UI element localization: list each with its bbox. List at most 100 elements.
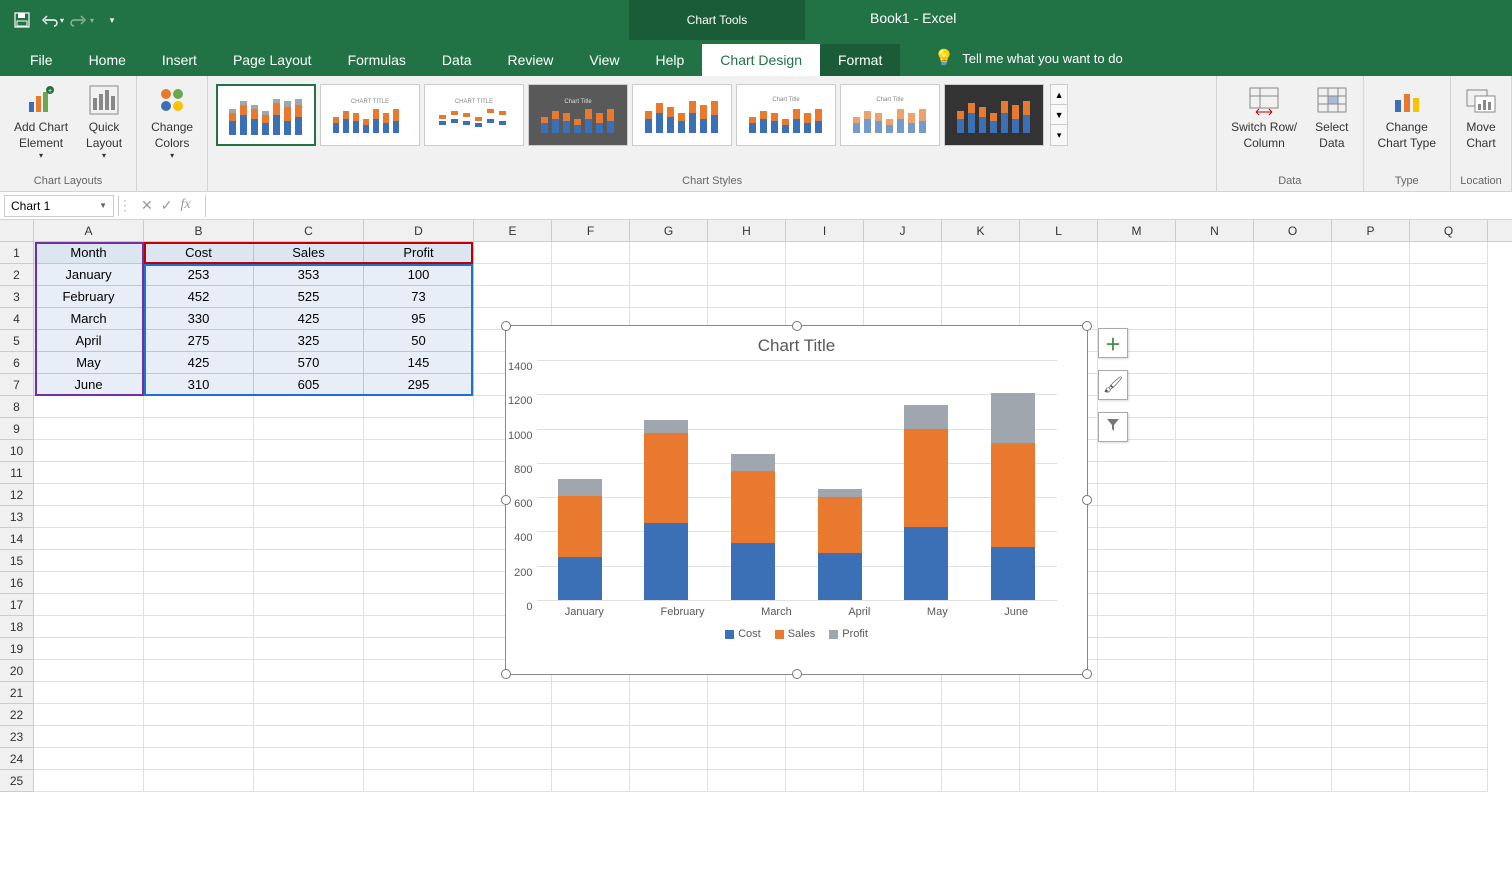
cell-M14[interactable] [1098, 528, 1176, 550]
save-icon[interactable] [8, 6, 36, 34]
enter-formula-icon[interactable]: ✓ [161, 197, 173, 214]
cell-O13[interactable] [1254, 506, 1332, 528]
tab-insert[interactable]: Insert [144, 44, 215, 76]
move-chart-button[interactable]: Move Chart [1459, 80, 1503, 155]
resize-handle-n[interactable] [792, 321, 802, 331]
chart-style-6[interactable]: Chart Title [736, 84, 836, 146]
cell-Q22[interactable] [1410, 704, 1488, 726]
cell-J22[interactable] [864, 704, 942, 726]
cell-P3[interactable] [1332, 286, 1410, 308]
chart-styles-button[interactable]: 🖌 [1098, 370, 1128, 400]
cell-O1[interactable] [1254, 242, 1332, 264]
cell-M3[interactable] [1098, 286, 1176, 308]
cell-N15[interactable] [1176, 550, 1254, 572]
bar-segment-Cost[interactable] [818, 553, 862, 600]
cell-O6[interactable] [1254, 352, 1332, 374]
cell-P25[interactable] [1332, 770, 1410, 792]
cell-Q10[interactable] [1410, 440, 1488, 462]
cell-J3[interactable] [864, 286, 942, 308]
cell-I2[interactable] [786, 264, 864, 286]
cell-B17[interactable] [144, 594, 254, 616]
embedded-chart[interactable]: Chart Title 0200400600800100012001400 Ja… [505, 325, 1088, 675]
cell-P2[interactable] [1332, 264, 1410, 286]
cell-P1[interactable] [1332, 242, 1410, 264]
column-header-H[interactable]: H [708, 220, 786, 241]
cell-A24[interactable] [34, 748, 144, 770]
cell-A25[interactable] [34, 770, 144, 792]
cell-K24[interactable] [942, 748, 1020, 770]
cell-C23[interactable] [254, 726, 364, 748]
cell-K3[interactable] [942, 286, 1020, 308]
cell-J21[interactable] [864, 682, 942, 704]
bar-segment-Profit[interactable] [558, 479, 602, 496]
cell-A5[interactable]: April [34, 330, 144, 352]
chart-elements-button[interactable]: ＋ [1098, 328, 1128, 358]
cell-N5[interactable] [1176, 330, 1254, 352]
chart-filters-button[interactable] [1098, 412, 1128, 442]
change-chart-type-button[interactable]: Change Chart Type [1372, 80, 1442, 155]
cell-C22[interactable] [254, 704, 364, 726]
cell-I3[interactable] [786, 286, 864, 308]
cell-N24[interactable] [1176, 748, 1254, 770]
cell-I21[interactable] [786, 682, 864, 704]
cell-A8[interactable] [34, 396, 144, 418]
cell-Q23[interactable] [1410, 726, 1488, 748]
cell-N20[interactable] [1176, 660, 1254, 682]
cell-I25[interactable] [786, 770, 864, 792]
cell-C13[interactable] [254, 506, 364, 528]
cell-O14[interactable] [1254, 528, 1332, 550]
row-header-2[interactable]: 2 [0, 264, 34, 286]
cell-M13[interactable] [1098, 506, 1176, 528]
cell-Q12[interactable] [1410, 484, 1488, 506]
cell-P22[interactable] [1332, 704, 1410, 726]
column-header-D[interactable]: D [364, 220, 474, 241]
cell-Q8[interactable] [1410, 396, 1488, 418]
cell-D15[interactable] [364, 550, 474, 572]
resize-handle-e[interactable] [1082, 495, 1092, 505]
tab-formulas[interactable]: Formulas [330, 44, 424, 76]
tab-view[interactable]: View [571, 44, 637, 76]
cell-Q17[interactable] [1410, 594, 1488, 616]
cell-Q6[interactable] [1410, 352, 1488, 374]
tab-data[interactable]: Data [424, 44, 490, 76]
cell-L1[interactable] [1020, 242, 1098, 264]
cell-O4[interactable] [1254, 308, 1332, 330]
row-header-6[interactable]: 6 [0, 352, 34, 374]
row-header-13[interactable]: 13 [0, 506, 34, 528]
select-data-button[interactable]: Select Data [1309, 80, 1354, 155]
chart-style-4[interactable]: Chart Title [528, 84, 628, 146]
cell-A15[interactable] [34, 550, 144, 572]
cell-B14[interactable] [144, 528, 254, 550]
column-header-I[interactable]: I [786, 220, 864, 241]
cell-Q4[interactable] [1410, 308, 1488, 330]
column-header-M[interactable]: M [1098, 220, 1176, 241]
cell-A23[interactable] [34, 726, 144, 748]
cell-G1[interactable] [630, 242, 708, 264]
row-header-24[interactable]: 24 [0, 748, 34, 770]
cell-O12[interactable] [1254, 484, 1332, 506]
row-header-19[interactable]: 19 [0, 638, 34, 660]
cell-O3[interactable] [1254, 286, 1332, 308]
row-header-20[interactable]: 20 [0, 660, 34, 682]
tab-review[interactable]: Review [490, 44, 572, 76]
cell-A19[interactable] [34, 638, 144, 660]
cell-N11[interactable] [1176, 462, 1254, 484]
cell-L24[interactable] [1020, 748, 1098, 770]
cell-C1[interactable]: Sales [254, 242, 364, 264]
column-header-C[interactable]: C [254, 220, 364, 241]
cell-N2[interactable] [1176, 264, 1254, 286]
cell-E24[interactable] [474, 748, 552, 770]
cell-C10[interactable] [254, 440, 364, 462]
row-header-23[interactable]: 23 [0, 726, 34, 748]
cell-C7[interactable]: 605 [254, 374, 364, 396]
cell-B16[interactable] [144, 572, 254, 594]
bar-May[interactable] [904, 360, 948, 600]
tab-page-layout[interactable]: Page Layout [215, 44, 330, 76]
cell-M4[interactable] [1098, 308, 1176, 330]
cell-N12[interactable] [1176, 484, 1254, 506]
legend-item-Profit[interactable]: Profit [829, 628, 868, 640]
tab-home[interactable]: Home [71, 44, 144, 76]
resize-handle-ne[interactable] [1082, 321, 1092, 331]
cell-D14[interactable] [364, 528, 474, 550]
cell-D3[interactable]: 73 [364, 286, 474, 308]
